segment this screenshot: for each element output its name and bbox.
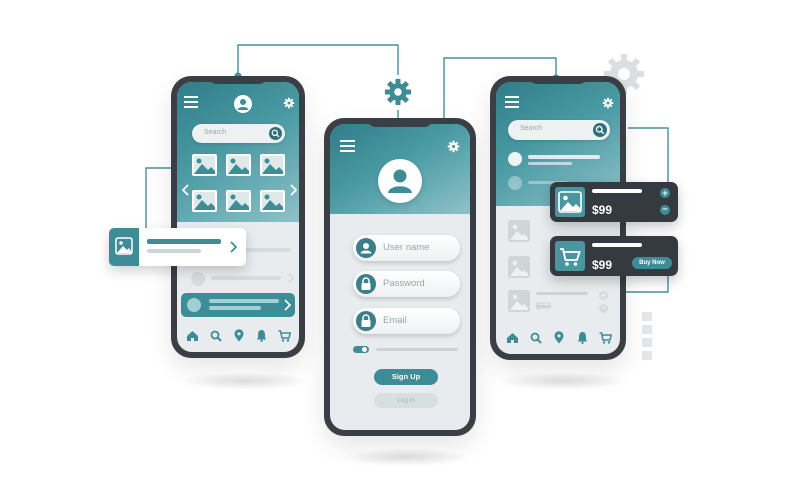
password-placeholder: Password bbox=[383, 278, 425, 289]
username-field[interactable]: User name bbox=[353, 235, 460, 261]
list-item-line bbox=[239, 248, 291, 252]
list-item-selected[interactable] bbox=[181, 293, 295, 317]
plus-icon: + bbox=[599, 291, 608, 300]
plus-button[interactable]: + bbox=[660, 188, 670, 198]
left-phone: Search bbox=[171, 76, 305, 358]
location-pin-icon[interactable] bbox=[554, 331, 564, 344]
email-field[interactable]: Email bbox=[353, 308, 460, 334]
center-phone: User name Password Email Sign Up Log in bbox=[324, 118, 476, 436]
gear-icon[interactable] bbox=[447, 140, 460, 153]
list-item-dot bbox=[508, 152, 522, 166]
chevron-right-icon bbox=[284, 299, 291, 311]
chevron-left-icon[interactable] bbox=[182, 184, 190, 196]
email-placeholder: Email bbox=[383, 315, 407, 326]
image-icon bbox=[109, 228, 139, 266]
search-placeholder: Search bbox=[520, 125, 543, 132]
chevron-right-icon[interactable] bbox=[289, 184, 297, 196]
profile-icon[interactable] bbox=[234, 95, 252, 113]
bottom-nav bbox=[177, 326, 299, 348]
menu-icon[interactable] bbox=[505, 96, 519, 108]
list-item-line bbox=[536, 292, 588, 295]
home-icon[interactable] bbox=[506, 332, 519, 344]
left-phone-screen: Search bbox=[177, 82, 299, 352]
search-input[interactable]: Search bbox=[192, 124, 285, 143]
search-icon[interactable] bbox=[593, 123, 607, 137]
product-price: $99 bbox=[592, 203, 613, 217]
strike-price: $59 bbox=[536, 301, 552, 311]
menu-icon[interactable] bbox=[184, 96, 198, 108]
image-icon bbox=[508, 256, 530, 278]
bell-icon[interactable] bbox=[256, 329, 267, 342]
center-phone-screen: User name Password Email Sign Up Log in bbox=[330, 124, 470, 430]
floating-image-card[interactable] bbox=[109, 228, 246, 266]
menu-icon[interactable] bbox=[340, 140, 355, 152]
image-icon bbox=[555, 187, 585, 217]
search-placeholder: Search bbox=[204, 129, 227, 136]
bottom-nav bbox=[496, 328, 620, 350]
image-icon bbox=[508, 290, 530, 312]
cart-price: $99 bbox=[592, 258, 613, 272]
list-item-dot bbox=[508, 176, 522, 190]
phone-shadow bbox=[180, 372, 310, 390]
search-icon[interactable] bbox=[210, 330, 222, 342]
buy-now-button[interactable]: Buy Now bbox=[632, 257, 672, 269]
product-card[interactable]: $99 + − bbox=[550, 182, 678, 222]
location-pin-icon[interactable] bbox=[234, 329, 244, 342]
chevron-right-icon bbox=[288, 273, 294, 283]
image-grid bbox=[192, 154, 285, 212]
user-icon bbox=[356, 238, 376, 258]
chevron-right-icon bbox=[230, 241, 237, 253]
image-icon bbox=[508, 220, 530, 242]
minus-button[interactable]: − bbox=[660, 205, 670, 215]
log-in-button[interactable]: Log in bbox=[374, 393, 438, 408]
avatar bbox=[378, 159, 422, 203]
cart-icon[interactable] bbox=[599, 332, 612, 344]
sign-up-button[interactable]: Sign Up bbox=[374, 369, 438, 385]
phone-shadow bbox=[498, 372, 628, 390]
search-icon[interactable] bbox=[530, 332, 542, 344]
gear-icon bbox=[384, 78, 412, 106]
cart-card[interactable]: $99 Buy Now bbox=[550, 236, 678, 276]
phone-shadow bbox=[340, 448, 470, 466]
toggle-label-line bbox=[376, 348, 458, 351]
list-item-line bbox=[528, 162, 572, 165]
remember-toggle[interactable] bbox=[353, 346, 369, 353]
cart-icon bbox=[555, 241, 585, 271]
lock-icon bbox=[356, 311, 376, 331]
lock-icon bbox=[356, 274, 376, 294]
search-input[interactable]: Search bbox=[508, 120, 610, 140]
search-icon[interactable] bbox=[269, 127, 282, 140]
password-field[interactable]: Password bbox=[353, 271, 460, 297]
gear-icon[interactable] bbox=[283, 97, 295, 109]
username-placeholder: User name bbox=[383, 242, 430, 253]
gear-icon[interactable] bbox=[602, 97, 614, 109]
cart-icon[interactable] bbox=[278, 330, 291, 342]
minus-icon: − bbox=[599, 304, 608, 313]
list-item-line bbox=[211, 276, 281, 280]
list-item-line bbox=[528, 155, 600, 159]
home-icon[interactable] bbox=[186, 330, 199, 342]
list-item-dot bbox=[191, 272, 205, 286]
bell-icon[interactable] bbox=[577, 331, 588, 344]
decoration-squares bbox=[642, 312, 652, 360]
